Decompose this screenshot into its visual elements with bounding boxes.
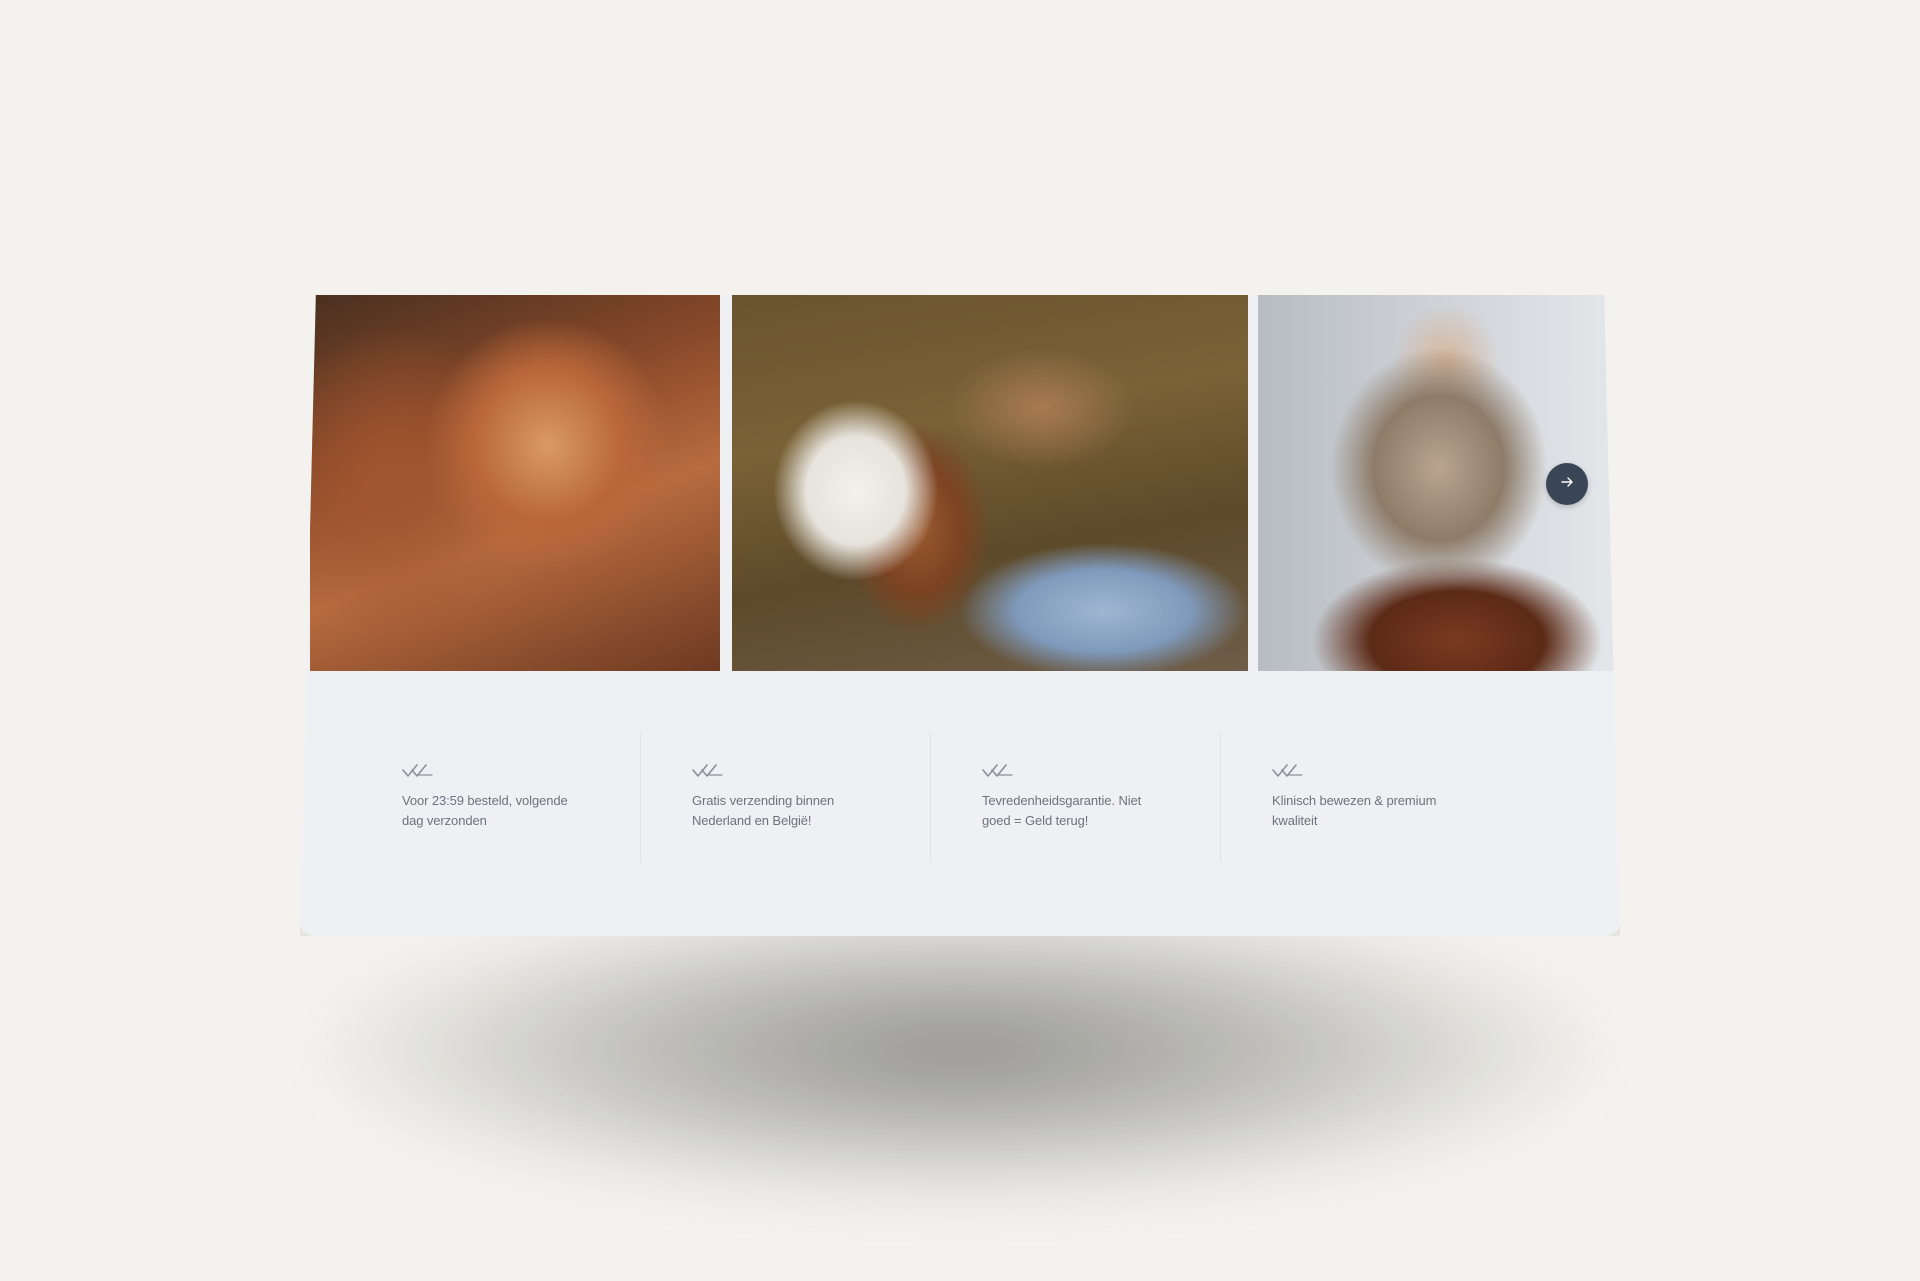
product-card: Voor 23:59 besteld, volgende dag verzond…	[300, 295, 1620, 936]
stage: Voor 23:59 besteld, volgende dag verzond…	[0, 0, 1920, 1281]
usp-item: Klinisch bewezen & premium kwaliteit	[1220, 671, 1510, 936]
usp-text: Gratis verzending binnen Nederland en Be…	[692, 793, 835, 828]
usp-text: Klinisch bewezen & premium kwaliteit	[1272, 793, 1437, 828]
gallery-photo-woman-portrait	[310, 295, 720, 671]
card-shadow	[330, 900, 1590, 1200]
image-gallery	[300, 295, 1620, 671]
usp-list: Voor 23:59 besteld, volgende dag verzond…	[300, 671, 1620, 936]
arrow-right-icon	[1560, 475, 1574, 494]
double-check-icon	[402, 761, 438, 781]
usp-item: Gratis verzending binnen Nederland en Be…	[640, 671, 930, 936]
usp-text: Voor 23:59 besteld, volgende dag verzond…	[402, 793, 568, 828]
double-check-icon	[1272, 761, 1308, 781]
gallery-photo-couple-guitar	[732, 295, 1248, 671]
usp-text: Tevredenheidsgarantie. Niet goed = Geld …	[982, 793, 1142, 828]
usp-item: Voor 23:59 besteld, volgende dag verzond…	[350, 671, 640, 936]
gallery-next-button[interactable]	[1546, 463, 1588, 505]
double-check-icon	[982, 761, 1018, 781]
double-check-icon	[692, 761, 728, 781]
usp-item: Tevredenheidsgarantie. Niet goed = Geld …	[930, 671, 1220, 936]
